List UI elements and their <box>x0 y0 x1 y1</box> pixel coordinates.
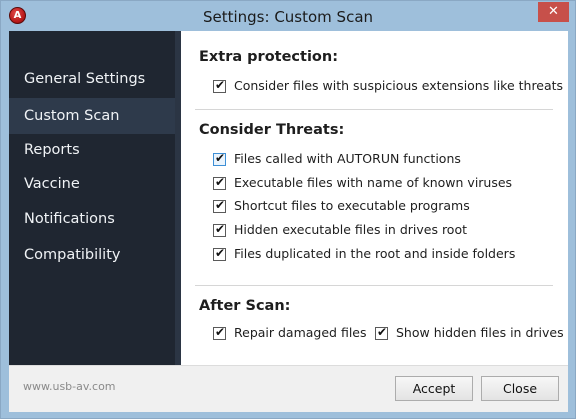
settings-window: A Settings: Custom Scan ✕ General Settin… <box>0 0 576 419</box>
sidebar-item-reports[interactable]: Reports <box>9 132 181 168</box>
checkmark-icon: ✔ <box>377 325 388 339</box>
checkbox[interactable]: ✔ <box>213 246 226 261</box>
checkmark-icon: ✔ <box>215 78 226 92</box>
after-scan-heading: After Scan: <box>199 298 291 314</box>
window-close-button[interactable]: ✕ <box>538 2 569 22</box>
option-label: Files duplicated in the root and inside … <box>234 246 516 261</box>
consider-threats-heading: Consider Threats: <box>199 122 345 138</box>
separator <box>195 109 553 110</box>
checkmark-icon: ✔ <box>215 325 226 339</box>
website-link[interactable]: www.usb-av.com <box>23 380 116 393</box>
checkbox[interactable]: ✔ <box>375 325 388 340</box>
checkmark-icon: ✔ <box>215 246 226 260</box>
option-label: Hidden executable files in drives root <box>234 222 468 237</box>
option-label: Executable files with name of known viru… <box>234 175 513 190</box>
client-area: General Settings Custom Scan Reports Vac… <box>9 31 568 412</box>
option-label: Repair damaged files <box>234 325 367 340</box>
accept-button[interactable]: Accept <box>395 376 473 401</box>
option-label: Files called with AUTORUN functions <box>234 151 461 166</box>
extra-protection-heading: Extra protection: <box>199 49 339 65</box>
checkmark-icon: ✔ <box>215 222 226 236</box>
option-label: Consider files with suspicious extension… <box>234 78 564 93</box>
close-button[interactable]: Close <box>481 376 559 401</box>
separator <box>195 285 553 286</box>
sidebar-item-vaccine[interactable]: Vaccine <box>9 166 181 202</box>
checkmark-icon: ✔ <box>215 151 226 165</box>
sidebar-item-notifications[interactable]: Notifications <box>9 201 181 237</box>
checkbox[interactable]: ✔ <box>213 222 226 237</box>
checkbox[interactable]: ✔ <box>213 78 226 93</box>
checkmark-icon: ✔ <box>215 175 226 189</box>
sidebar-item-compatibility[interactable]: Compatibility <box>9 237 181 273</box>
checkbox[interactable]: ✔ <box>213 198 226 213</box>
title-bar[interactable]: A Settings: Custom Scan ✕ <box>1 1 575 31</box>
window-title: Settings: Custom Scan <box>202 8 374 26</box>
settings-content: Extra protection: ✔ Consider files with … <box>181 31 568 365</box>
checkmark-icon: ✔ <box>215 198 226 212</box>
footer-bar: www.usb-av.com Accept Close <box>9 365 568 412</box>
sidebar-item-general-settings[interactable]: General Settings <box>9 61 181 97</box>
sidebar-item-custom-scan[interactable]: Custom Scan <box>9 98 181 134</box>
sidebar: General Settings Custom Scan Reports Vac… <box>9 31 181 365</box>
checkbox[interactable]: ✔ <box>213 151 226 166</box>
option-label: Show hidden files in drives <box>396 325 564 340</box>
checkbox[interactable]: ✔ <box>213 175 226 190</box>
option-label: Shortcut files to executable programs <box>234 198 470 213</box>
checkbox[interactable]: ✔ <box>213 325 226 340</box>
